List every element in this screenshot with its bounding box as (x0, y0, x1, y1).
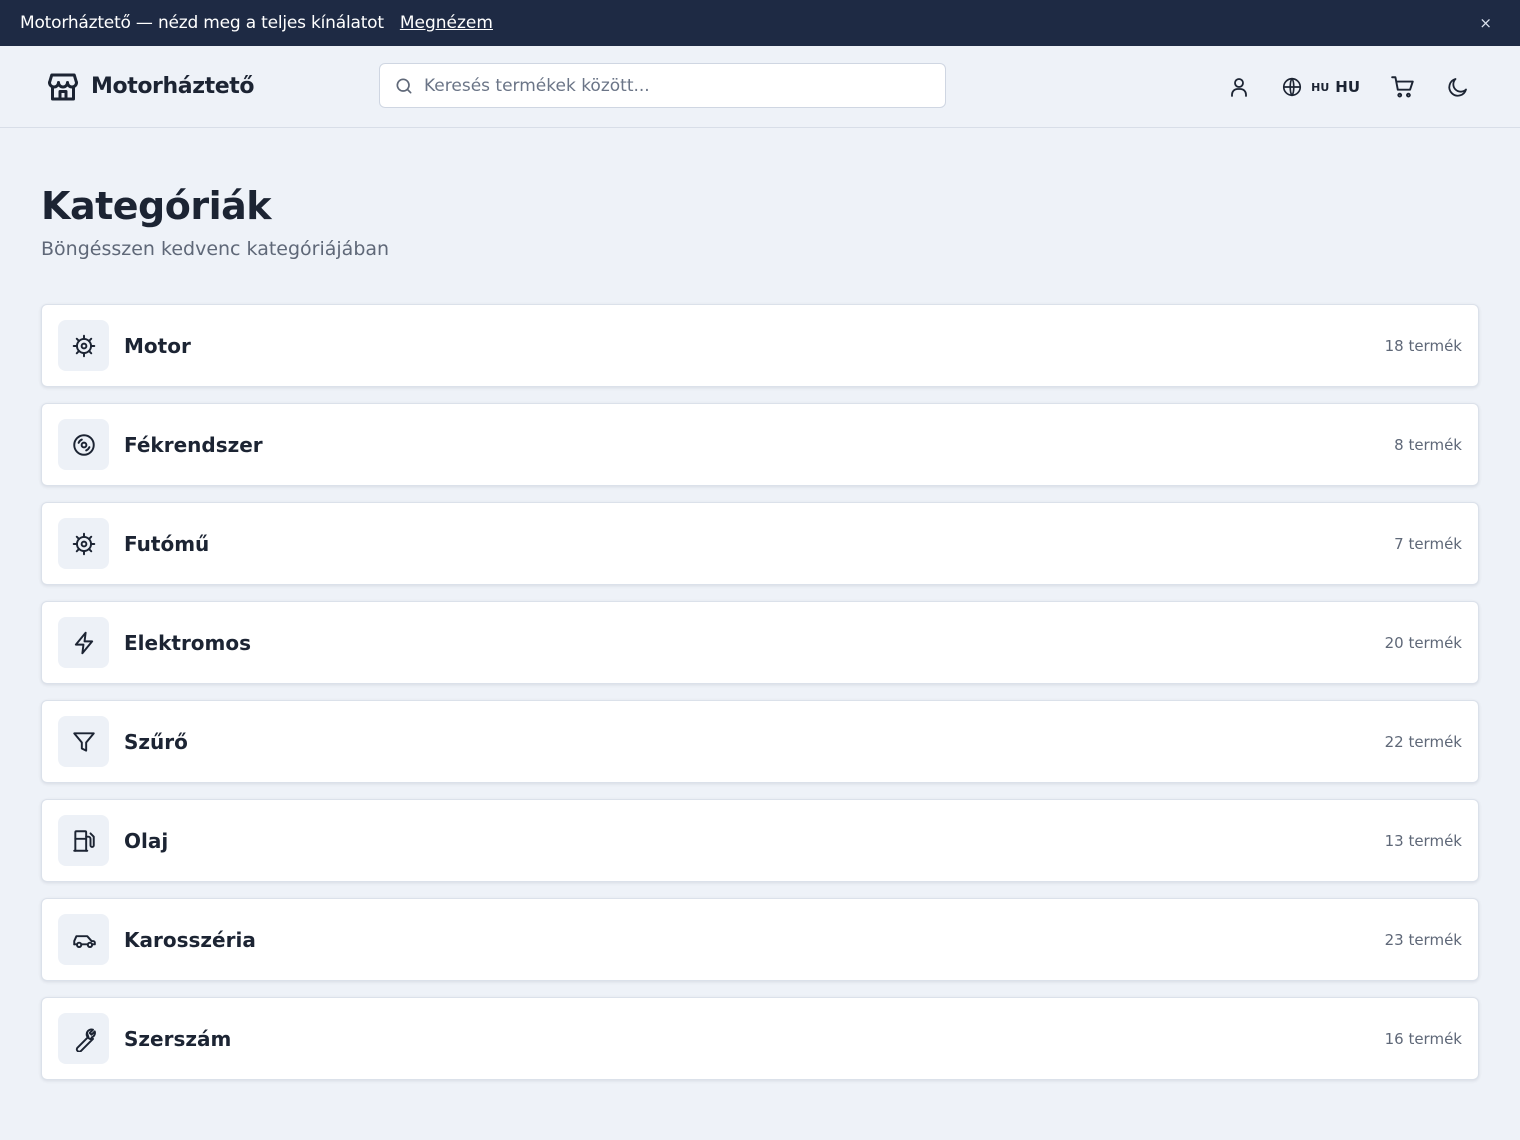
category-item-szuro[interactable]: Szűrő 22 termék (41, 700, 1479, 783)
category-name: Futómű (124, 531, 210, 556)
category-list: Motor 18 termék Fékrendszer 8 termék Fut… (41, 304, 1479, 1080)
search-box[interactable] (379, 63, 946, 108)
announcement-link[interactable]: Megnézem (400, 13, 493, 33)
category-name: Szűrő (124, 729, 188, 754)
category-name: Szerszám (124, 1026, 232, 1051)
category-count: 20 termék (1384, 633, 1462, 652)
fuel-icon (58, 815, 109, 866)
category-count: 18 termék (1384, 336, 1462, 355)
category-name: Fékrendszer (124, 432, 263, 457)
announcement-bar: Motorháztető — nézd meg a teljes kínálat… (0, 0, 1520, 46)
brand-name: Motorháztető (91, 74, 255, 99)
header-actions: HU HU (1227, 46, 1470, 128)
user-icon[interactable] (1227, 75, 1251, 99)
category-count: 16 termék (1384, 1029, 1462, 1048)
search-icon (394, 76, 414, 96)
globe-icon (1281, 76, 1303, 98)
category-item-szerszam[interactable]: Szerszám 16 termék (41, 997, 1479, 1080)
wrench-icon (58, 1013, 109, 1064)
category-count: 23 termék (1384, 930, 1462, 949)
category-item-elektromos[interactable]: Elektromos 20 termék (41, 601, 1479, 684)
filter-icon (58, 716, 109, 767)
gear-icon (58, 518, 109, 569)
search-input[interactable] (424, 75, 931, 96)
category-item-fekrendszer[interactable]: Fékrendszer 8 termék (41, 403, 1479, 486)
store-icon (45, 69, 81, 105)
cart-icon[interactable] (1390, 74, 1416, 100)
category-item-motor[interactable]: Motor 18 termék (41, 304, 1479, 387)
category-name: Olaj (124, 828, 169, 853)
language-label: HU (1335, 78, 1360, 96)
lightning-icon (58, 617, 109, 668)
category-item-karosszeria[interactable]: Karosszéria 23 termék (41, 898, 1479, 981)
page-subtitle: Böngésszen kedvenc kategóriájában (41, 238, 390, 260)
category-name: Motor (124, 333, 191, 358)
main-content: Kategóriák Böngésszen kedvenc kategóriáj… (0, 184, 1520, 1080)
category-count: 13 termék (1384, 831, 1462, 850)
page-title: Kategóriák (41, 184, 272, 228)
language-flag-label: HU (1311, 80, 1330, 94)
category-count: 22 termék (1384, 732, 1462, 751)
brand-logo[interactable]: Motorháztető (45, 69, 254, 105)
close-icon[interactable]: × (1479, 14, 1492, 32)
announcement-message: Motorháztető — nézd meg a teljes kínálat… (20, 13, 384, 33)
car-icon (58, 914, 109, 965)
moon-icon[interactable] (1446, 75, 1470, 99)
category-count: 7 termék (1394, 534, 1462, 553)
language-switcher[interactable]: HU HU (1281, 76, 1360, 98)
category-item-futomu[interactable]: Futómű 7 termék (41, 502, 1479, 585)
category-count: 8 termék (1394, 435, 1462, 454)
disc-icon (58, 419, 109, 470)
category-item-olaj[interactable]: Olaj 13 termék (41, 799, 1479, 882)
gear-icon (58, 320, 109, 371)
site-header: Motorháztető HU (0, 46, 1520, 128)
category-name: Elektromos (124, 630, 252, 655)
category-name: Karosszéria (124, 927, 256, 952)
